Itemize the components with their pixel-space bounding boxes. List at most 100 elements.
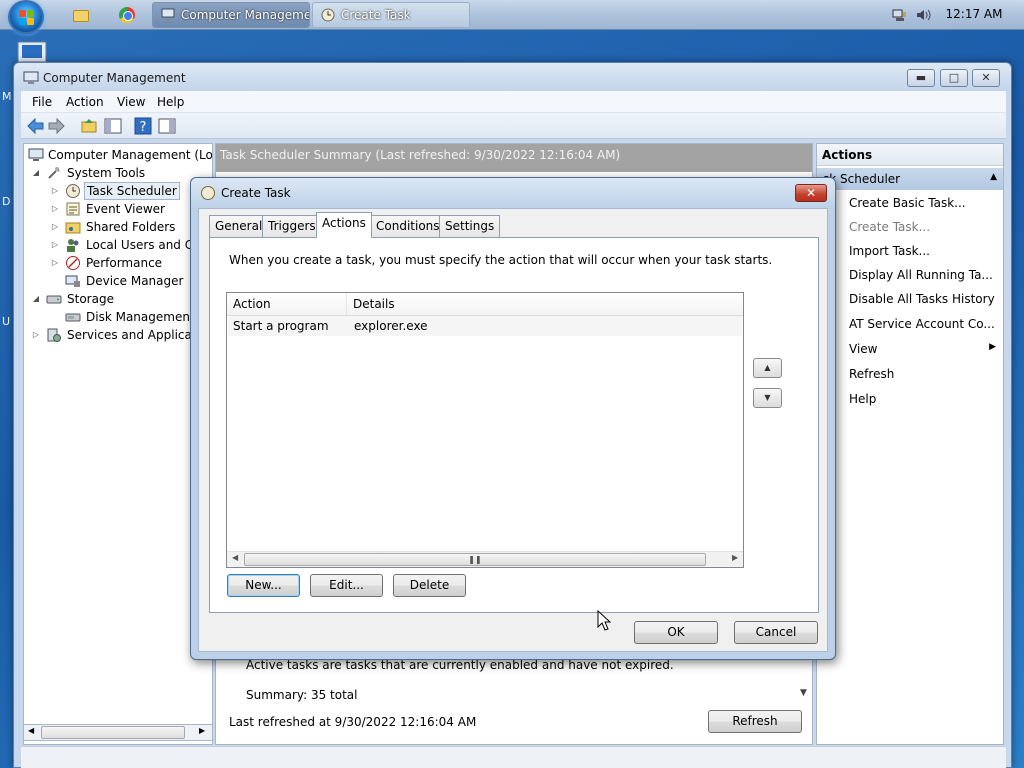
expand-arrow-icon[interactable]: ▷	[50, 218, 60, 236]
active-tasks-description: Active tasks are tasks that are currentl…	[246, 658, 674, 672]
action-label: Import Task...	[849, 244, 930, 258]
action-view[interactable]: View ▶	[817, 338, 1003, 360]
show-hide-tree-icon[interactable]	[103, 116, 123, 136]
performance-icon	[66, 256, 80, 270]
taskbar: Computer Manageme... Create Task 12:17 A…	[0, 0, 1024, 34]
tree-item-disk-management[interactable]: Disk Management	[26, 308, 212, 326]
move-down-button[interactable]: ▼	[753, 388, 782, 408]
tree-item-system-tools[interactable]: ◢ System Tools	[26, 164, 212, 182]
start-button[interactable]	[8, 0, 44, 34]
forward-arrow-icon[interactable]	[47, 116, 67, 136]
tree-item-local-users-and-groups[interactable]: ▷ Local Users and Gro	[26, 236, 212, 254]
tree-item-task-scheduler[interactable]: ▷ Task Scheduler	[26, 182, 212, 200]
scroll-left-icon[interactable]: ◀	[232, 553, 238, 562]
actions-description: When you create a task, you must specify…	[229, 253, 773, 267]
new-action-button[interactable]: New...	[227, 574, 300, 597]
collapse-section-icon[interactable]: ▲	[990, 172, 997, 182]
action-at-service-account[interactable]: AT Service Account Co...	[817, 313, 1003, 335]
refresh-button[interactable]: Refresh	[708, 710, 802, 733]
expand-arrow-icon[interactable]: ▷	[50, 236, 60, 254]
action-list[interactable]: Action Details Start a program explorer.…	[226, 292, 744, 568]
tree-item-storage[interactable]: ◢ Storage	[26, 290, 212, 308]
action-label: AT Service Account Co...	[849, 317, 995, 331]
show-hide-action-pane-icon[interactable]	[157, 116, 177, 136]
actions-tab-panel: When you create a task, you must specify…	[209, 237, 819, 613]
actions-section-task-scheduler[interactable]: sk Scheduler ▲	[817, 168, 1003, 190]
column-header-details[interactable]: Details	[347, 293, 743, 315]
dialog-close-button[interactable]: ✕	[795, 184, 827, 202]
tree-item-event-viewer[interactable]: ▷ Event Viewer	[26, 200, 212, 218]
toolbar: ?	[21, 113, 1006, 139]
scroll-down-icon[interactable]: ▼	[800, 688, 807, 698]
clock-icon	[201, 186, 215, 200]
action-create-basic-task[interactable]: Create Basic Task...	[817, 192, 1003, 214]
taskbar-explorer-button[interactable]	[70, 4, 92, 26]
scroll-right-icon[interactable]: ▶	[732, 553, 738, 562]
list-horizontal-scrollbar[interactable]: ◀ ❚❚ ▶	[227, 551, 743, 567]
tab-triggers[interactable]: Triggers	[262, 215, 322, 237]
tab-settings[interactable]: Settings	[439, 215, 501, 237]
tab-actions[interactable]: Actions	[316, 212, 372, 238]
action-label: Display All Running Ta...	[849, 268, 993, 282]
back-arrow-icon[interactable]	[25, 116, 45, 136]
dialog-title-bar[interactable]: Create Task ✕	[191, 178, 835, 208]
menu-view[interactable]: View	[117, 95, 145, 109]
close-button[interactable]: ✕	[972, 69, 1000, 87]
menu-help[interactable]: Help	[157, 95, 184, 109]
ok-button[interactable]: OK	[634, 621, 718, 644]
row-details: explorer.exe	[354, 319, 428, 333]
help-icon[interactable]: ?	[133, 116, 153, 136]
minimize-button[interactable]: ▬	[907, 69, 935, 87]
tree-horizontal-scrollbar[interactable]: ◀ ▶	[24, 724, 212, 741]
taskbar-task-computer-management[interactable]: Computer Manageme...	[152, 2, 310, 28]
action-help[interactable]: Help	[817, 388, 1003, 410]
move-up-button[interactable]: ▲	[753, 358, 782, 378]
taskbar-task-label: Computer Manageme...	[181, 8, 310, 22]
action-import-task[interactable]: Import Task...	[817, 240, 1003, 262]
expand-arrow-icon[interactable]: ▷	[50, 182, 60, 200]
action-disable-tasks-history[interactable]: Disable All Tasks History	[817, 288, 1003, 310]
tree-item-label: Shared Folders	[86, 220, 176, 234]
maximize-button[interactable]: □	[940, 69, 968, 87]
tab-conditions[interactable]: Conditions	[370, 215, 446, 237]
tree-item-computer-management[interactable]: Computer Management (Local	[26, 146, 212, 164]
scrollbar-thumb[interactable]: ❚❚	[244, 553, 706, 566]
action-label: View	[849, 342, 878, 356]
collapse-arrow-icon[interactable]: ◢	[31, 290, 41, 308]
tree-item-label: Device Manager	[86, 274, 184, 288]
expand-arrow-icon[interactable]: ▷	[50, 254, 60, 272]
edit-action-button[interactable]: Edit...	[310, 574, 383, 597]
menu-bar: File Action View Help	[21, 91, 1006, 113]
table-row[interactable]: Start a program explorer.exe	[228, 316, 742, 336]
taskbar-chrome-button[interactable]	[116, 4, 138, 26]
scroll-left-icon[interactable]: ◀	[28, 726, 34, 735]
taskbar-task-create-task[interactable]: Create Task	[312, 2, 470, 28]
collapse-arrow-icon[interactable]: ◢	[31, 164, 41, 182]
cancel-button[interactable]: Cancel	[734, 621, 818, 644]
scroll-right-icon[interactable]: ▶	[199, 726, 205, 735]
menu-file[interactable]: File	[32, 95, 52, 109]
expand-arrow-icon[interactable]: ▷	[31, 326, 41, 344]
tree-item-shared-folders[interactable]: ▷ Shared Folders	[26, 218, 212, 236]
title-bar[interactable]: Computer Management ▬ □ ✕	[14, 63, 1011, 91]
action-refresh[interactable]: Refresh	[817, 363, 1003, 385]
submenu-arrow-icon: ▶	[989, 342, 996, 352]
menu-action[interactable]: Action	[66, 95, 104, 109]
action-display-running-tasks[interactable]: Display All Running Ta...	[817, 264, 1003, 286]
volume-icon[interactable]	[915, 7, 931, 23]
tree-item-device-manager[interactable]: Device Manager	[26, 272, 212, 290]
clock[interactable]: 12:17 AM	[944, 7, 1004, 21]
delete-action-button[interactable]: Delete	[393, 574, 466, 597]
tree-item-label: Performance	[86, 256, 163, 270]
tree-item-services-and-applications[interactable]: ▷ Services and Application	[26, 326, 212, 344]
close-icon: ✕	[805, 186, 817, 200]
tree-item-performance[interactable]: ▷ Performance	[26, 254, 212, 272]
scrollbar-thumb[interactable]	[41, 726, 185, 739]
computer-management-icon	[23, 71, 39, 84]
expand-arrow-icon[interactable]: ▷	[50, 200, 60, 218]
column-header-action[interactable]: Action	[227, 293, 347, 315]
network-icon[interactable]	[891, 7, 907, 23]
up-folder-icon[interactable]	[79, 116, 99, 136]
tab-general[interactable]: General	[209, 215, 269, 237]
action-label: Create Basic Task...	[849, 196, 966, 210]
